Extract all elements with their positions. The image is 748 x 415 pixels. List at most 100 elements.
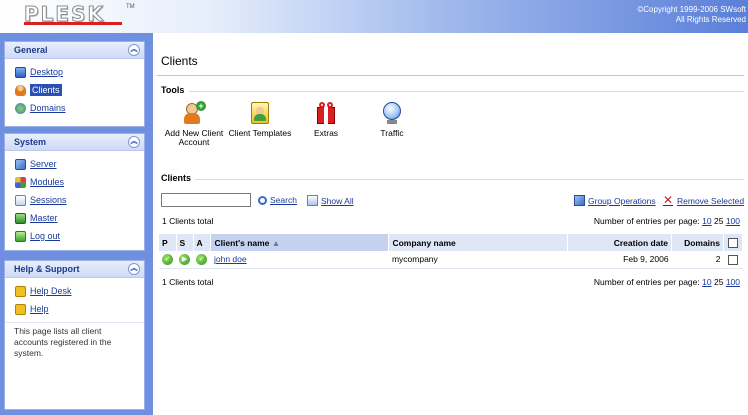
clients-total: 1 Clients total [162,277,214,287]
show-all-button[interactable]: Show All [307,195,354,206]
cell-s: ▶ [176,251,193,269]
clients-total: 1 Clients total [162,216,214,226]
logo-trademark: TM [126,4,135,10]
sidebar-item-label[interactable]: Sessions [30,195,67,205]
client-name-link[interactable]: john doe [214,254,247,264]
sidebar-item-label[interactable]: Log out [30,231,60,241]
domains-icon [15,102,26,114]
entries-option-10[interactable]: 10 [702,277,711,287]
cell-a: ✓ [193,251,211,269]
tool-label: Client Templates [228,128,292,138]
group-operations-button[interactable]: Group Operations [574,195,656,206]
tool-label: Extras [313,128,339,138]
search-icon [258,195,267,205]
sidebar-item-label[interactable]: Clients [30,84,62,96]
divider [157,75,744,76]
cell-p: ✓ [159,251,176,269]
add-client-icon: + [182,101,206,125]
entries-option-10[interactable]: 10 [702,216,711,226]
entries-option-25[interactable]: 25 [714,216,723,226]
tool-label: Add New Client Account [164,128,224,147]
sidebar-item-helpdesk[interactable]: Help Desk [15,282,144,300]
row-checkbox[interactable] [727,254,738,265]
col-client-name[interactable]: Client's name ▲ [210,234,390,251]
logout-icon [15,230,26,242]
help-panel: Help & Support ︽ Help Desk Help This pag… [4,260,145,410]
search-input[interactable] [161,193,251,207]
sidebar-item-clients[interactable]: Clients [15,81,144,99]
sidebar: General ︽ Desktop Clients Domains System… [0,33,153,415]
client-templates-icon [248,101,272,125]
desktop-icon [15,66,26,78]
tools-section-label: Tools [161,85,185,95]
col-p: P [159,234,177,251]
entries-per-page: Number of entries per page: 10 25 100 [594,277,740,287]
show-all-icon [307,195,318,206]
col-creation-date[interactable]: Creation date [567,234,673,251]
group-operations-label: Group Operations [588,195,656,206]
col-company-name[interactable]: Company name [388,234,568,251]
page-title: Clients [161,54,198,68]
select-all-checkbox[interactable] [727,237,738,248]
system-panel-title: System [14,137,47,147]
divider [189,91,744,92]
sessions-icon [15,194,26,206]
remove-icon: ✕ [663,193,674,207]
copyright-notice: ©Copyright 1999-2006 SWsoft All Rights R… [637,5,746,25]
copyright-line1: ©Copyright 1999-2006 SWsoft [637,5,746,14]
col-domains[interactable]: Domains [671,234,724,251]
tool-label: Traffic [380,128,404,138]
entries-option-25[interactable]: 25 [714,277,723,287]
status-ok-icon: ✓ [196,254,207,266]
tool-traffic[interactable]: Traffic [359,101,425,147]
tool-client-templates[interactable]: Client Templates [227,101,293,147]
sidebar-item-label[interactable]: Help [30,304,49,314]
general-panel: General ︽ Desktop Clients Domains [4,41,145,127]
collapse-icon[interactable]: ︽ [128,263,140,275]
cell-created: Feb 9, 2006 [567,251,672,269]
status-ok-icon: ✓ [162,254,173,266]
collapse-icon[interactable]: ︽ [128,44,140,56]
tool-extras[interactable]: Extras [293,101,359,147]
sort-ascending-icon: ▲ [271,237,281,248]
clients-table: P S A Client's name ▲ Company name Creat… [159,234,744,269]
main-content: Clients Tools + Add New Client Account C… [153,33,748,415]
helpdesk-icon [15,285,26,297]
sidebar-item-logout[interactable]: Log out [15,227,144,245]
divider [195,179,744,180]
table-row: ✓ ▶ ✓ john doe mycompany Feb 9, 2006 2 [159,251,743,269]
system-panel-header: System ︽ [5,134,144,151]
sidebar-item-domains[interactable]: Domains [15,99,144,117]
logo-underline [24,22,122,25]
collapse-icon[interactable]: ︽ [128,136,140,148]
sidebar-item-label[interactable]: Master [30,213,58,223]
traffic-icon [380,101,404,125]
sidebar-item-label[interactable]: Domains [30,103,66,113]
general-panel-title: General [14,45,48,55]
sidebar-item-label[interactable]: Modules [30,177,64,187]
entries-label: Number of entries per page: [593,277,700,287]
entries-option-100[interactable]: 100 [726,216,740,226]
sidebar-item-label[interactable]: Help Desk [30,286,72,296]
entries-option-100[interactable]: 100 [726,277,740,287]
search-button[interactable]: Search [258,195,297,205]
sidebar-item-modules[interactable]: Modules [15,173,144,191]
sidebar-item-label[interactable]: Server [30,159,57,169]
help-description: This page lists all client accounts regi… [14,326,112,358]
col-a: A [193,234,212,251]
sidebar-item-label[interactable]: Desktop [30,67,63,77]
sidebar-item-desktop[interactable]: Desktop [15,63,144,81]
search-button-label: Search [270,195,297,205]
sidebar-item-server[interactable]: Server [15,155,144,173]
tools-row: + Add New Client Account Client Template… [161,101,425,147]
col-select-all [723,234,744,251]
sidebar-item-help[interactable]: Help [15,300,144,318]
remove-selected-button[interactable]: ✕ Remove Selected [663,193,744,207]
master-icon [15,212,26,224]
table-header-row: P S A Client's name ▲ Company name Creat… [159,234,744,251]
sidebar-item-master[interactable]: Master [15,209,144,227]
sidebar-item-sessions[interactable]: Sessions [15,191,144,209]
tool-add-client[interactable]: + Add New Client Account [161,101,227,147]
cell-domains: 2 [671,251,724,269]
modules-icon [15,176,26,188]
